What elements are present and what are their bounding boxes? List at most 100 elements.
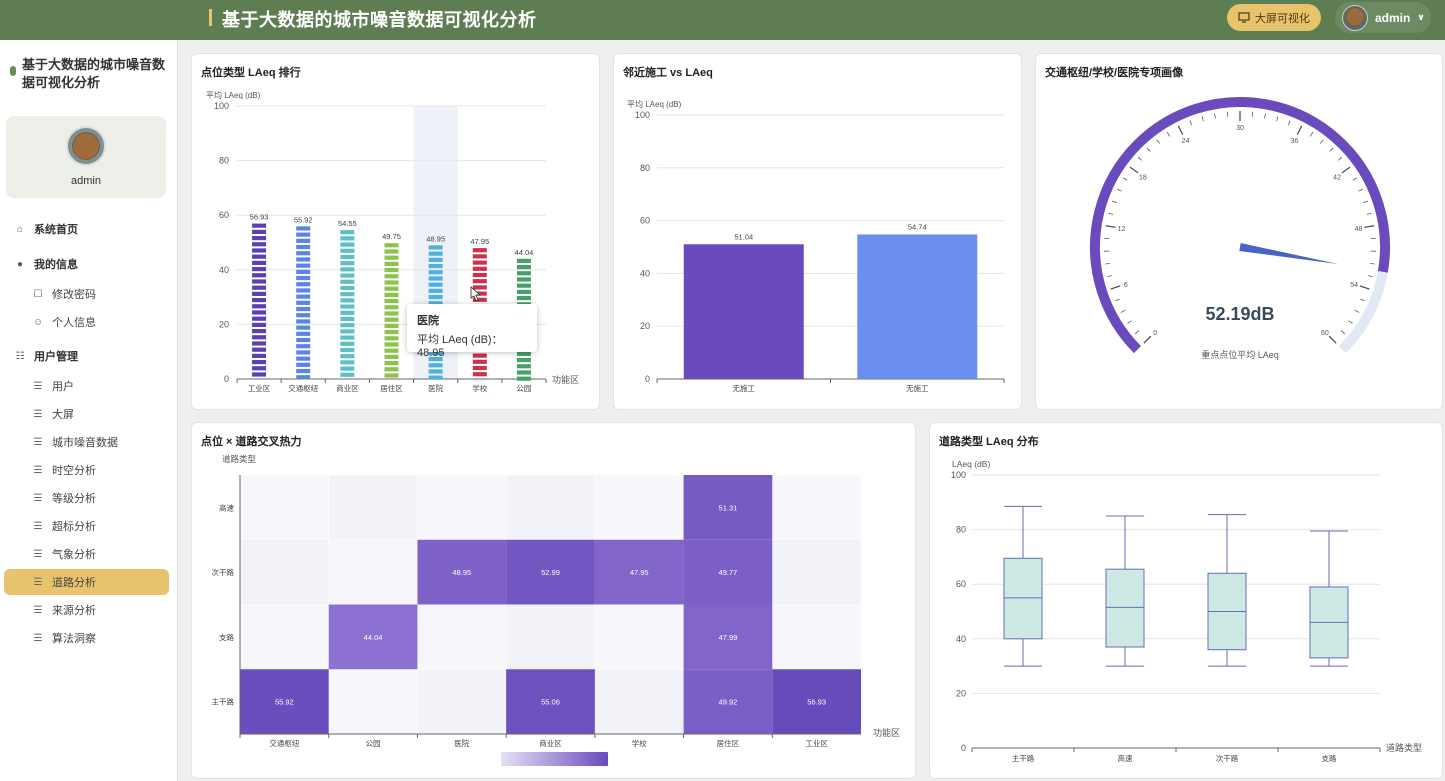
top-bar: 基于大数据的城市噪音数据可视化分析 大屏可视化 admin ∨	[0, 0, 1445, 40]
bar-stripe	[384, 255, 399, 260]
bar-stripe	[296, 232, 311, 237]
sidebar-item-label: 超标分析	[52, 521, 96, 533]
user-icon: ●	[16, 258, 24, 270]
bar-stripe	[296, 356, 311, 361]
tooltip-value: 48.95	[417, 347, 445, 359]
bar-stripe	[516, 277, 531, 282]
chevron-down-icon: ∨	[1417, 12, 1425, 22]
sidebar-item-label: 时空分析	[52, 465, 96, 477]
bar-stripe	[252, 347, 267, 352]
data-label: 47.95	[470, 237, 489, 246]
bar-stripe	[340, 273, 355, 278]
gauge-tick	[1354, 309, 1360, 313]
bar-stripe	[340, 372, 355, 377]
heat-cell-empty	[328, 539, 418, 605]
gauge-tick-label: 42	[1333, 174, 1341, 181]
bar-stripe	[516, 264, 531, 270]
bar-stripe	[384, 336, 399, 341]
bigscreen-button[interactable]: 大屏可视化	[1227, 4, 1321, 31]
gauge-tick	[1127, 320, 1132, 324]
bar-stripe	[340, 354, 355, 359]
bar-stripe	[296, 337, 311, 343]
sidebar-item-14[interactable]: ☰ 算法洞察	[0, 625, 178, 651]
sidebar-item-2[interactable]: ☐ 修改密码	[0, 281, 178, 307]
gauge-card: 交通枢纽/学校/医院专项画像 0 6 12 18 24 30 36 42 48 54 60 52.19…	[1035, 53, 1443, 410]
sidebar-item-label: 系统首页	[34, 224, 78, 236]
tooltip-label: 平均 LAeq (dB)：	[417, 334, 503, 346]
gauge-subtitle: 重点点位平均 LAeq	[1201, 349, 1279, 360]
user-menu[interactable]: admin ∨	[1335, 2, 1431, 33]
gauge-tick	[1320, 139, 1324, 144]
x-axis-label: 功能区	[552, 374, 579, 385]
sidebar-item-8[interactable]: ☰ 时空分析	[0, 457, 178, 483]
y-tick-label: 80	[219, 156, 229, 166]
y-tick-label: 40	[956, 634, 966, 644]
sidebar-item-13[interactable]: ☰ 来源分析	[0, 597, 178, 623]
y-tick-label: 0	[645, 374, 650, 384]
bar-stripe	[428, 375, 443, 380]
bar-stripe	[296, 344, 311, 349]
bar-stripe	[296, 226, 311, 231]
box-body	[1003, 557, 1043, 640]
bar-stripe	[428, 288, 443, 293]
doc-icon: ☰	[33, 436, 43, 448]
sidebar-item-3[interactable]: ☺ 个人信息	[0, 309, 178, 335]
sidebar-item-9[interactable]: ☰ 等级分析	[0, 485, 178, 511]
rank-card: 点位类型 LAeq 排行 0 20 40 60 80 100 平均 LAeq (dB) 功能区…	[191, 53, 600, 410]
sidebar-item-6[interactable]: ☰ 大屏	[0, 401, 178, 427]
sidebar-item-5[interactable]: ☰ 用户	[0, 373, 178, 399]
gauge-tick	[1166, 131, 1171, 137]
doc-icon: ☰	[33, 632, 43, 644]
bar-stripe	[472, 359, 487, 364]
sidebar-item-11[interactable]: ☰ 气象分析	[0, 541, 178, 567]
bar-stripe	[384, 243, 399, 248]
bar-stripe	[252, 304, 267, 309]
profile-card: admin	[6, 116, 166, 198]
gauge-tick	[1120, 309, 1126, 313]
y-axis-label: 平均 LAeq (dB)	[627, 99, 682, 109]
bar-stripe	[384, 311, 399, 316]
x-tick-label: 无施工	[906, 383, 929, 393]
bar-stripe	[252, 341, 267, 346]
sidebar-item-1[interactable]: ● 我的信息	[0, 251, 178, 277]
y-axis-label: LAeq (dB)	[952, 459, 990, 469]
heat-cell-empty	[594, 604, 684, 670]
bar-stripe	[296, 244, 311, 250]
monitor-icon	[1238, 12, 1250, 23]
sidebar-item-4[interactable]: ☷ 用户管理	[0, 343, 178, 369]
y-tick-label: 40	[640, 268, 650, 278]
bar-stripe	[340, 347, 355, 353]
gauge-tick	[1296, 125, 1303, 136]
bar-stripe	[472, 260, 487, 265]
x-tick-label: 居住区	[717, 738, 740, 748]
bar-stripe	[384, 360, 399, 366]
bar-stripe	[296, 313, 311, 318]
gauge-tick	[1105, 225, 1116, 228]
gauge-tick	[1367, 275, 1373, 278]
heat-cell-empty	[594, 474, 684, 540]
heat-cell-empty	[417, 669, 507, 735]
sidebar-item-12[interactable]: ☰ 道路分析	[4, 569, 169, 595]
heat-cell-label: 55.06	[541, 698, 560, 707]
bar-stripe	[296, 288, 311, 293]
bar-stripe	[516, 271, 531, 276]
bar-stripe	[384, 298, 399, 304]
sidebar-item-7[interactable]: ☰ 城市噪音数据	[0, 429, 178, 455]
bar-stripe	[472, 365, 487, 371]
heat-cell-label: 49.92	[719, 698, 738, 707]
gauge-tick	[1177, 125, 1184, 136]
sidebar-item-label: 道路分析	[52, 577, 96, 589]
gauge-tick-label: 48	[1355, 226, 1363, 233]
gauge-tick	[1137, 156, 1142, 161]
heat-cell-label: 56.93	[807, 698, 826, 707]
gauge-tick	[1348, 320, 1353, 324]
bar-stripe	[472, 285, 487, 290]
bar-stripe	[384, 274, 399, 279]
bar-stripe	[340, 323, 355, 328]
gauge-tick	[1110, 285, 1121, 290]
x-axis-label: 道路类型	[1386, 742, 1422, 753]
sidebar-title: 基于大数据的城市噪音数据可视化分析	[22, 57, 166, 90]
sidebar-item-0[interactable]: ⌂ 系统首页	[0, 216, 178, 242]
home-icon: ⌂	[16, 223, 24, 235]
sidebar-item-10[interactable]: ☰ 超标分析	[0, 513, 178, 539]
